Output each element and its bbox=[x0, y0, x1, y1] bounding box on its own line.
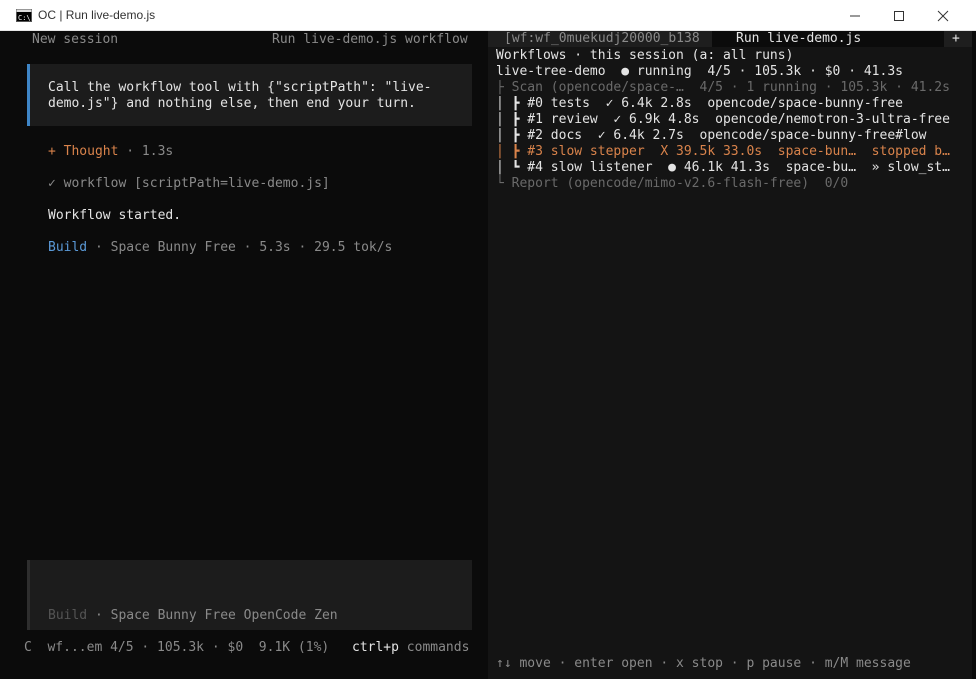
scan-row[interactable]: ├ Scan (opencode/space-… 4/5 · 1 running… bbox=[496, 80, 968, 96]
commands-label: commands bbox=[398, 640, 470, 655]
tool-result: Workflow started. bbox=[48, 208, 182, 223]
commands-hint[interactable]: ctrl+p commands bbox=[352, 640, 469, 656]
keyboard-help: ↑↓ move · enter open · x stop · p pause … bbox=[496, 656, 911, 671]
thought-label: + Thought bbox=[48, 144, 119, 159]
input-model-label: · Space Bunny Free OpenCode Zen bbox=[87, 608, 338, 623]
tool-call[interactable]: ✓ workflow [scriptPath=live-demo.js] bbox=[48, 176, 330, 192]
model-details: · Space Bunny Free · 5.3s · 29.5 tok/s bbox=[87, 240, 393, 255]
task-row-0[interactable]: │ ┣ #0 tests ✓ 6.4k 2.8s opencode/space-… bbox=[496, 96, 968, 112]
input-mode-label: Build bbox=[48, 608, 88, 623]
task-row-4[interactable]: │ ┗ #4 slow listener ● 46.1k 41.3s space… bbox=[496, 160, 968, 176]
input-model-line: Build · Space Bunny Free OpenCode Zen bbox=[48, 608, 338, 624]
task-row-1[interactable]: │ ┣ #1 review ✓ 6.9k 4.8s opencode/nemot… bbox=[496, 112, 968, 128]
tab-workflow[interactable]: [wf:wf_0muekudj20000_b138 bbox=[488, 31, 712, 47]
status-line: C wf...em 4/5 · 105.3k · $0 9.1K (1%) bbox=[24, 640, 330, 655]
mode-label: Build bbox=[48, 240, 88, 255]
tab-run-live-demo-label: Run live-demo.js bbox=[736, 31, 862, 46]
close-icon bbox=[937, 10, 949, 22]
plus-icon: + bbox=[952, 31, 960, 46]
maximize-icon bbox=[894, 11, 904, 21]
task-row-2[interactable]: │ ┣ #2 docs ✓ 6.4k 2.7s opencode/space-b… bbox=[496, 128, 968, 144]
close-button[interactable] bbox=[920, 0, 966, 31]
user-message-line-2: demo.js"} and nothing else, then end you… bbox=[48, 96, 416, 111]
svg-text:C:\: C:\ bbox=[18, 14, 31, 22]
commands-key: ctrl+p bbox=[352, 640, 399, 655]
model-info: Build · Space Bunny Free · 5.3s · 29.5 t… bbox=[48, 240, 392, 256]
thought-toggle[interactable]: + Thought · 1.3s bbox=[48, 144, 173, 160]
terminal-app-icon: C:\ bbox=[16, 9, 32, 22]
session-subtitle: Run live-demo.js workflow bbox=[272, 32, 468, 47]
workflows-header: Workflows · this session (a: all runs) bbox=[496, 48, 794, 63]
user-message-line-1: Call the workflow tool with {"scriptPath… bbox=[48, 80, 432, 95]
tab-run-live-demo[interactable]: Run live-demo.js bbox=[712, 31, 944, 47]
thought-time: · 1.3s bbox=[118, 144, 174, 159]
new-tab-button[interactable]: + bbox=[944, 31, 972, 47]
task-row-3[interactable]: │ ┣ #3 slow stepper X 39.5k 33.0s space-… bbox=[496, 144, 968, 160]
minimize-button[interactable] bbox=[832, 0, 878, 31]
report-row[interactable]: └ Report (opencode/mimo-v2.6-flash-free)… bbox=[496, 176, 848, 192]
window-title: OC | Run live-demo.js bbox=[38, 8, 156, 22]
workflow-run-row[interactable]: live-tree-demo ● running 4/5 · 105.3k · … bbox=[496, 64, 903, 80]
session-title: New session bbox=[32, 32, 119, 47]
tab-workflow-label: [wf:wf_0muekudj20000_b138 bbox=[504, 31, 700, 46]
window-title-bar: C:\ OC | Run live-demo.js bbox=[0, 0, 976, 31]
minimize-icon bbox=[850, 15, 860, 17]
maximize-button[interactable] bbox=[876, 0, 922, 31]
